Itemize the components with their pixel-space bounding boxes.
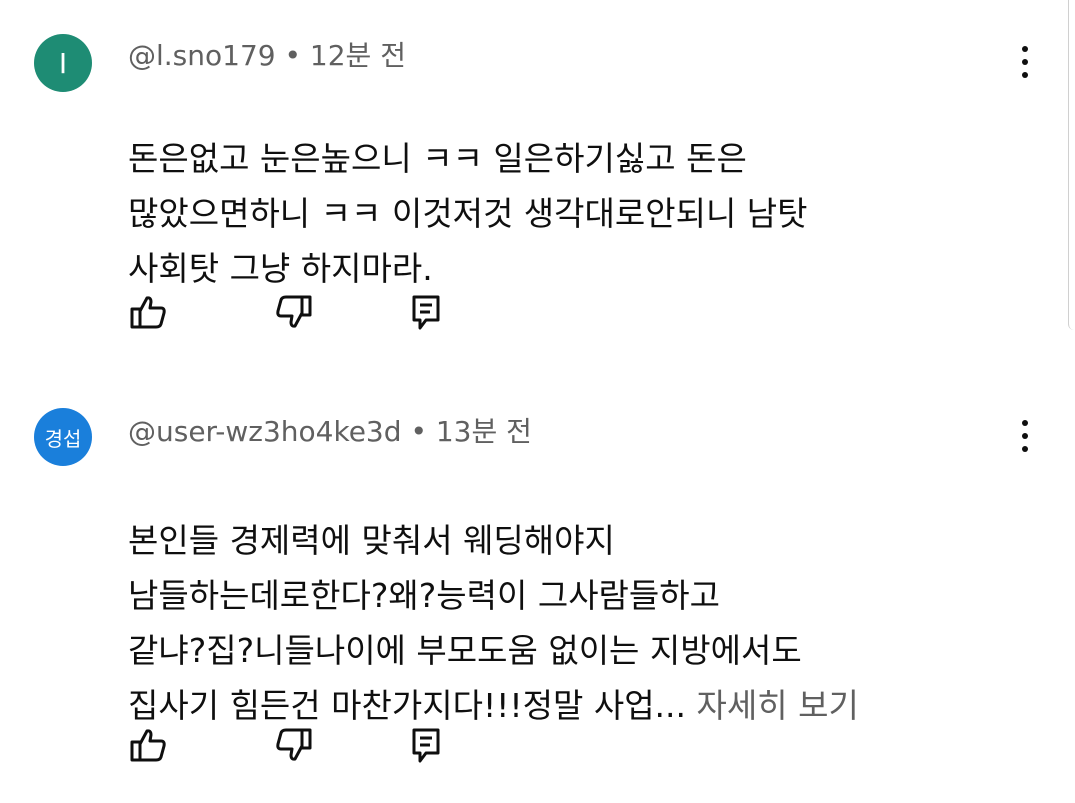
avatar-letter: 경섭 (44, 426, 82, 451)
reply-icon (412, 295, 440, 330)
dislike-button[interactable] (274, 292, 314, 332)
comment-text: 돈은없고 눈은높으니 ㅋㅋ 일은하기싫고 돈은 많았으면하니 ㅋㅋ 이것저것 생… (128, 76, 988, 296)
thumb-up-icon (130, 729, 166, 762)
reply-button[interactable] (406, 725, 446, 765)
comment-author[interactable]: @l.sno179 (128, 39, 276, 72)
comment-meta: @l.sno179 • 12분 전 (128, 34, 406, 74)
comment-meta: @user-wz3ho4ke3d • 13분 전 (128, 410, 532, 450)
reply-button[interactable] (406, 292, 446, 332)
comment-time: 13분 전 (435, 415, 532, 448)
meta-separator: • (410, 415, 436, 448)
avatar-letter: I (58, 46, 68, 80)
like-button[interactable] (128, 725, 168, 765)
dislike-button[interactable] (274, 725, 314, 765)
avatar[interactable]: I (34, 34, 92, 92)
like-button[interactable] (128, 292, 168, 332)
more-vert-icon[interactable] (1015, 416, 1035, 456)
read-more-link[interactable]: 자세히 보기 (697, 686, 859, 725)
thumb-up-icon (130, 296, 166, 329)
comment-time: 12분 전 (309, 39, 406, 72)
more-vert-icon[interactable] (1015, 42, 1035, 82)
comment-body: 돈은없고 눈은높으니 ㅋㅋ 일은하기싫고 돈은 많았으면하니 ㅋㅋ 이것저것 생… (128, 139, 808, 288)
thumb-down-icon (276, 728, 312, 761)
reply-icon (412, 728, 440, 763)
thumb-down-icon (276, 295, 312, 328)
comment-author[interactable]: @user-wz3ho4ke3d (128, 415, 402, 448)
meta-separator: • (284, 39, 310, 72)
scrollbar[interactable] (1068, 0, 1075, 330)
avatar[interactable]: 경섭 (34, 408, 92, 466)
comment-text: 본인들 경제력에 맞춰서 웨딩해야지 남들하는데로한다?왜?능력이 그사람들하고… (128, 458, 988, 733)
